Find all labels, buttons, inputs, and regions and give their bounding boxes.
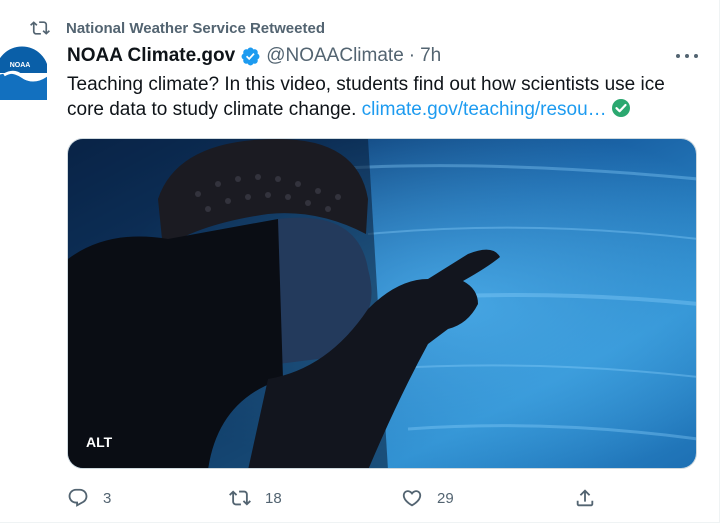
author-name[interactable]: NOAA Climate.gov <box>67 45 235 67</box>
retweet-button[interactable]: 18 <box>229 486 282 510</box>
heart-icon <box>401 487 423 509</box>
tweet-header: NOAA Climate.gov @NOAAClimate · 7h <box>67 44 441 68</box>
video-thumbnail[interactable]: ALT <box>67 138 697 469</box>
more-options-icon[interactable] <box>676 46 698 66</box>
alt-badge[interactable]: ALT <box>80 432 118 452</box>
avatar[interactable]: NOAA <box>0 46 47 100</box>
tweet-timestamp[interactable]: 7h <box>420 45 441 67</box>
tweet-card[interactable]: National Weather Service Retweeted NOAA … <box>0 0 720 523</box>
separator: · <box>408 45 416 66</box>
share-icon <box>574 487 596 509</box>
action-bar: 3 18 29 <box>67 486 607 510</box>
tweet-link[interactable]: climate.gov/teaching/resou… <box>362 99 607 120</box>
reply-count: 3 <box>103 489 112 507</box>
avatar-logo-text: NOAA <box>10 62 31 69</box>
verified-badge-icon <box>240 46 261 67</box>
retweet-icon <box>229 487 251 509</box>
retweet-count: 18 <box>265 489 282 507</box>
share-button[interactable] <box>574 486 610 510</box>
social-context: National Weather Service Retweeted <box>30 18 325 38</box>
like-count: 29 <box>437 489 454 507</box>
reply-icon <box>67 487 89 509</box>
tweet-text: Teaching climate? In this video, student… <box>67 72 687 122</box>
check-circle-icon <box>611 98 631 118</box>
retweeted-by-label[interactable]: National Weather Service Retweeted <box>66 20 325 37</box>
reply-button[interactable]: 3 <box>67 486 111 510</box>
retweet-icon <box>30 18 50 38</box>
author-handle[interactable]: @NOAAClimate <box>266 45 404 67</box>
like-button[interactable]: 29 <box>401 486 454 510</box>
